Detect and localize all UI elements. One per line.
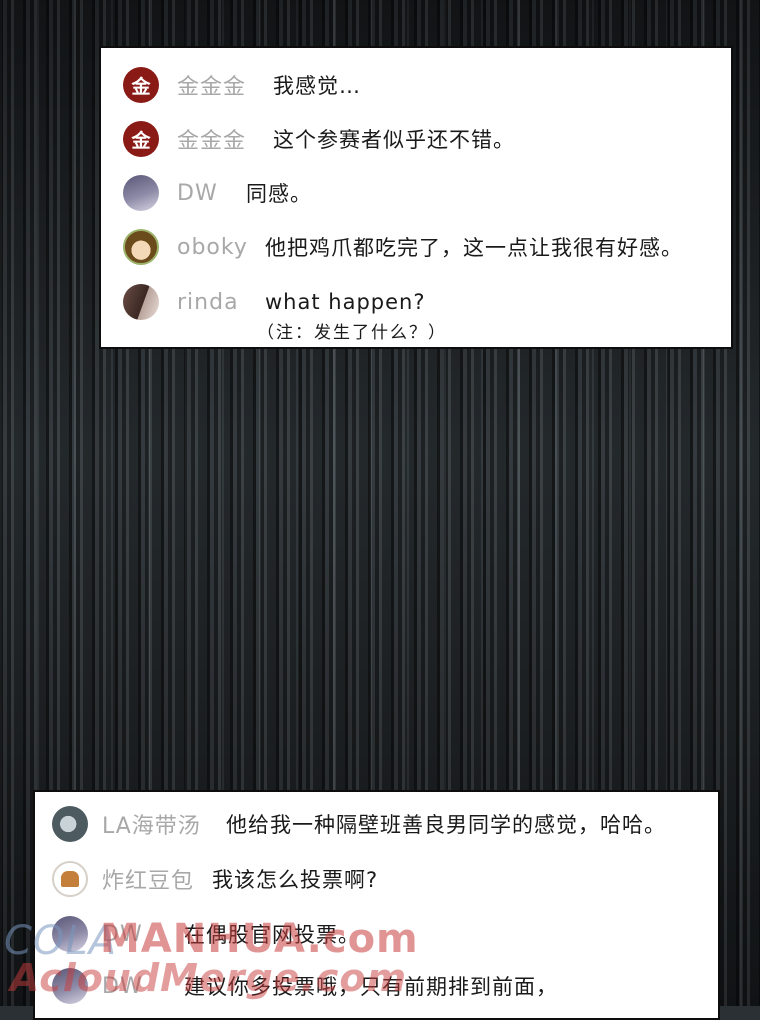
chat-message: LA海带汤 他给我一种隔壁班善良男同学的感觉，哈哈。	[52, 806, 666, 842]
username: DW	[102, 921, 143, 947]
la-avatar	[52, 806, 88, 842]
chat-message: DW 在偶股官网投票。	[52, 916, 360, 952]
chat-message: 炸红豆包 我该怎么投票啊?	[52, 861, 378, 897]
bread-avatar	[52, 861, 88, 897]
username: 金金金	[177, 129, 247, 154]
username: DW	[102, 973, 143, 999]
username: 炸红豆包	[102, 869, 195, 894]
dw-avatar	[52, 968, 88, 1004]
bread-icon	[61, 871, 79, 887]
gold-coin-avatar: 金	[123, 67, 159, 103]
username: DW	[177, 180, 218, 206]
chat-message: 金 金金金 我感觉…	[123, 67, 361, 103]
message-text: 他给我一种隔壁班善良男同学的感觉，哈哈。	[226, 813, 666, 837]
chat-message: 金 金金金 这个参赛者似乎还不错。	[123, 121, 515, 157]
username: LA海带汤	[102, 814, 201, 839]
username: oboky	[177, 234, 248, 260]
chat-message: DW 建议你多投票哦，只有前期排到前面，	[52, 968, 558, 1004]
username: 金金金	[177, 75, 247, 100]
dw-avatar	[123, 175, 159, 211]
message-text: 建议你多投票哦，只有前期排到前面，	[184, 975, 558, 999]
chat-message: oboky 他把鸡爪都吃完了，这一点让我很有好感。	[123, 229, 683, 265]
dw-avatar	[52, 916, 88, 952]
message-text: 这个参赛者似乎还不错。	[273, 128, 515, 152]
chat-message: rinda what happen?	[123, 284, 425, 320]
oboky-avatar	[123, 229, 159, 265]
username: rinda	[177, 289, 239, 315]
rinda-avatar	[123, 284, 159, 320]
message-text: 在偶股官网投票。	[184, 923, 360, 947]
chat-message: DW 同感。	[123, 175, 312, 211]
gold-coin-avatar: 金	[123, 121, 159, 157]
message-text: what happen?	[265, 290, 426, 314]
message-text: 同感。	[246, 182, 312, 206]
message-text: 我感觉…	[273, 74, 361, 98]
message-text: 我该怎么投票啊?	[212, 868, 379, 892]
translator-note: （注：发生了什么？）	[257, 323, 447, 343]
message-text: 他把鸡爪都吃完了，这一点让我很有好感。	[265, 236, 683, 260]
